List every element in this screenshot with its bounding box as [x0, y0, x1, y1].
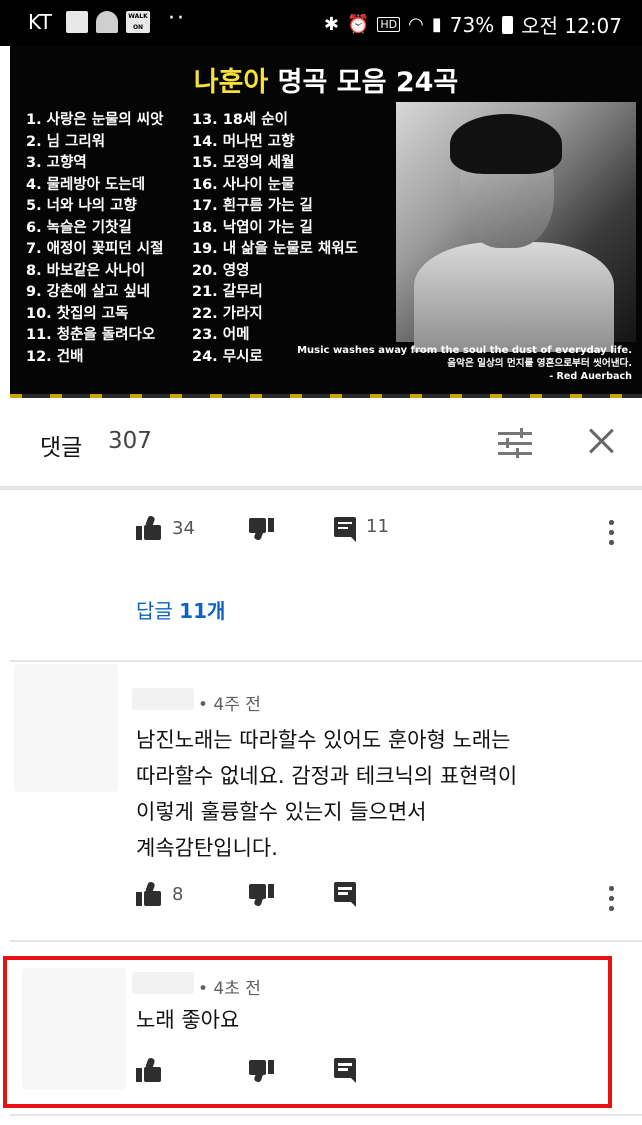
track-item: 4. 물레방아 도는데: [26, 176, 146, 193]
track-item: 13. 18세 순이: [192, 112, 288, 128]
track-item: 1. 사랑은 눈물의 씨앗: [26, 112, 164, 128]
pen-icon: [96, 11, 118, 33]
battery-percent: 73%: [449, 12, 495, 37]
track-item: 12. 건배: [26, 348, 84, 365]
comment-actions: 8: [136, 881, 626, 918]
quote-author: - Red Auerbach: [549, 371, 632, 382]
more-notifications-icon: ··: [168, 6, 186, 31]
video-player[interactable]: 나훈아 명곡 모음 24곡 1. 사랑은 눈물의 씨앗 13. 18세 순이 2. …: [10, 46, 642, 398]
clock: 오전 12:07: [521, 14, 622, 38]
track-item: 8. 바보같은 사나이: [26, 262, 146, 279]
track-item: 19. 내 삶을 눈물로 채워도: [192, 241, 358, 257]
hd-voice-icon: HD: [377, 17, 401, 32]
track-item: 11. 청춘을 돌려다오: [26, 327, 156, 343]
sort-filter-icon[interactable]: [498, 428, 532, 458]
thumbs-up-icon: [136, 881, 162, 906]
like-count: 34: [172, 517, 195, 539]
track-item: 21. 갈무리: [192, 284, 263, 300]
thumbs-up-icon: [136, 1057, 162, 1082]
reply-count: 11: [366, 516, 389, 537]
divider: [10, 660, 642, 662]
signal-icon: ▮: [431, 14, 442, 35]
like-button[interactable]: 34: [136, 515, 195, 540]
comments-title: 댓글: [40, 435, 83, 461]
track-item: 15. 모정의 세월: [192, 155, 295, 171]
divider: [10, 940, 642, 942]
comments-header: 댓글 307: [0, 398, 642, 490]
comment-actions: [136, 1057, 436, 1094]
bluetooth-icon: ✱: [323, 14, 339, 35]
reply-icon: [334, 516, 356, 542]
reply-button[interactable]: [334, 882, 356, 907]
reply-button[interactable]: [334, 1058, 356, 1083]
status-bar: KT WALK ON ·· ✱ ⏰ HD ◠ ▮ 73% 오전 12:07: [0, 0, 642, 46]
reply-icon: [334, 882, 356, 907]
carrier-label: KT: [28, 10, 52, 34]
portrait-body: [414, 242, 614, 352]
walk-on-icon: WALK ON: [126, 11, 150, 33]
track-item: 9. 강촌에 살고 싶네: [26, 284, 151, 300]
like-button[interactable]: 8: [136, 881, 184, 906]
track-item: 2. 님 그리워: [26, 133, 106, 150]
track-item: 5. 너와 나의 고향: [26, 198, 137, 214]
comment-text: 남진노래는 따라할수 있어도 훈아형 노래는 따라할수 없네요. 감정과 테크닉…: [136, 728, 518, 860]
avatar[interactable]: [22, 968, 126, 1090]
comment-actions: 34 11: [136, 515, 626, 552]
reply-button[interactable]: 11: [334, 516, 389, 542]
track-item: 20. 영영: [192, 262, 250, 279]
view-replies-label: 답글: [136, 599, 180, 623]
track-list: 1. 사랑은 눈물의 씨앗 13. 18세 순이 2. 님 그리워 14. 머나먼 고…: [26, 112, 386, 366]
more-options-icon[interactable]: [606, 886, 616, 912]
close-icon[interactable]: [584, 424, 618, 458]
track-item: 17. 흰구름 가는 길: [192, 198, 313, 214]
gallery-icon: [66, 11, 88, 33]
comment-timestamp: • 4초 전: [198, 979, 261, 999]
battery-icon: [502, 15, 514, 34]
like-count: 8: [172, 883, 184, 905]
thumbs-down-icon: [248, 1058, 274, 1083]
dislike-button[interactable]: [248, 1058, 274, 1083]
quote-korean: 음악은 일상의 먼지를 영혼으로부터 씻어낸다.: [447, 358, 632, 369]
track-item: 7. 애정이 꽃피던 시절: [26, 241, 164, 257]
divider: [10, 1114, 642, 1116]
more-options-icon[interactable]: [606, 520, 616, 546]
author-name[interactable]: [132, 972, 194, 994]
dislike-button[interactable]: [248, 882, 274, 907]
alarm-icon: ⏰: [346, 14, 370, 35]
track-item: 23. 어메: [192, 327, 250, 343]
track-item: 22. 가라지: [192, 305, 263, 322]
view-replies-link[interactable]: 답글 11개: [136, 595, 225, 624]
video-title-artist: 나훈아: [193, 67, 269, 98]
track-item: 6. 녹슬은 기찻길: [26, 219, 132, 236]
avatar[interactable]: [14, 664, 118, 792]
wifi-icon: ◠: [408, 14, 424, 35]
portrait-hair: [450, 114, 562, 174]
dislike-button[interactable]: [248, 516, 274, 541]
reply-icon: [334, 1058, 356, 1083]
quote: Music washes away from the soul the dust…: [297, 344, 632, 383]
thumbs-up-icon: [136, 515, 162, 540]
track-item: 3. 고향역: [26, 155, 87, 171]
view-replies-count: 11개: [179, 599, 226, 623]
thumbs-down-icon: [248, 516, 274, 541]
comment-timestamp: • 4주 전: [198, 695, 261, 715]
artist-portrait: [396, 102, 636, 352]
video-title: 나훈아 명곡 모음 24곡: [10, 60, 642, 99]
quote-english: Music washes away from the soul the dust…: [297, 345, 632, 356]
comment-text: 노래 좋아요: [136, 1008, 240, 1032]
track-item: 14. 머나먼 고향: [192, 133, 295, 150]
author-name[interactable]: [132, 688, 194, 710]
thumbs-down-icon: [248, 882, 274, 907]
track-item: 16. 사나이 눈물: [192, 176, 295, 193]
track-item: 18. 낙엽이 가는 길: [192, 219, 313, 236]
video-title-rest: 명곡 모음 24곡: [268, 67, 459, 98]
comments-count: 307: [108, 428, 152, 454]
track-item: 10. 찻집의 고독: [26, 305, 129, 322]
like-button[interactable]: [136, 1057, 162, 1082]
